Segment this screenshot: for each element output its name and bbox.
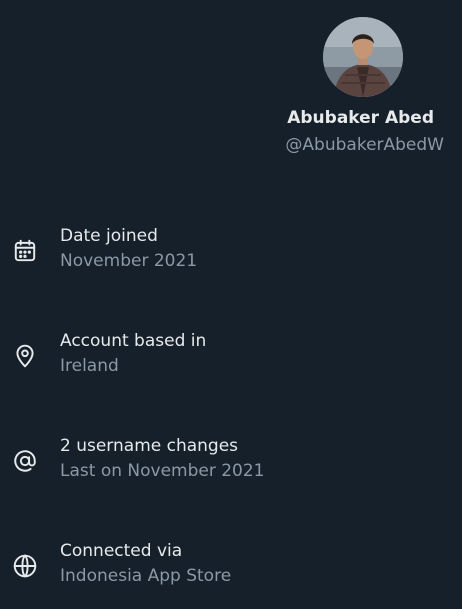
info-title: Connected via <box>60 541 183 561</box>
info-title: Account based in <box>60 331 207 351</box>
info-row-username-changes: 2 username changes Last on November 2021 <box>0 436 462 496</box>
info-value: Ireland <box>60 356 119 376</box>
info-value: November 2021 <box>60 251 198 271</box>
info-value: Last on November 2021 <box>60 461 265 481</box>
avatar-photo <box>323 17 403 97</box>
location-pin-icon <box>12 343 38 369</box>
username-handle: @AbubakerAbedW <box>285 135 444 155</box>
at-sign-icon <box>12 448 38 474</box>
info-value: Indonesia App Store <box>60 566 232 586</box>
info-row-date-joined: Date joined November 2021 <box>0 226 462 286</box>
display-name: Abubaker Abed <box>287 108 434 128</box>
calendar-icon <box>12 238 38 264</box>
profile-avatar[interactable] <box>323 17 403 97</box>
info-row-connected-via: Connected via Indonesia App Store <box>0 541 462 601</box>
globe-icon <box>12 553 38 579</box>
info-title: 2 username changes <box>60 436 239 456</box>
info-title: Date joined <box>60 226 158 246</box>
info-row-account-location: Account based in Ireland <box>0 331 462 391</box>
